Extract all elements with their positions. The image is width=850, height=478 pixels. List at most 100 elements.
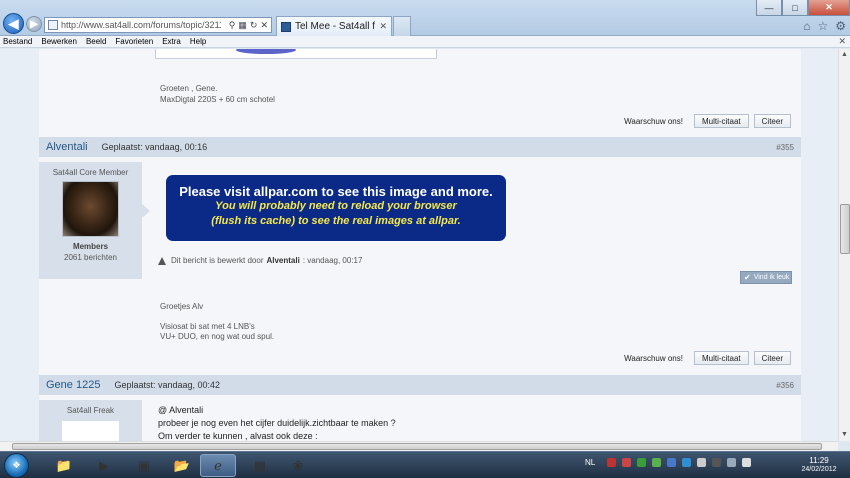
warning-icon bbox=[158, 256, 166, 265]
avatar[interactable] bbox=[62, 181, 119, 237]
favicon-icon bbox=[281, 21, 291, 32]
close-window-icon[interactable]: ✕ bbox=[808, 0, 850, 16]
forum-topic: Groeten , Gene. MaxDigtal 220S + 60 cm s… bbox=[39, 49, 801, 441]
post-number[interactable]: #356 bbox=[776, 381, 794, 390]
browser-tab[interactable]: Tel Mee - Sat4all forums - P... ✕ bbox=[276, 16, 392, 36]
tray-app-icon[interactable] bbox=[607, 458, 617, 467]
post-body-line: Om verder te kunnen , alvast ook deze : bbox=[158, 431, 318, 441]
prev-signature-line: MaxDigtal 220S + 60 cm schotel bbox=[160, 95, 275, 104]
image-notice-sub: You will probably need to reload your br… bbox=[215, 200, 457, 212]
windows-start-icon[interactable]: ❖ bbox=[4, 453, 29, 478]
network-app-icon[interactable]: ▩ bbox=[242, 454, 278, 477]
system-clock[interactable]: 11:29 24/02/2012 bbox=[794, 456, 844, 473]
menu-favorieten[interactable]: Favorieten bbox=[115, 37, 153, 46]
menu-bestand[interactable]: Bestand bbox=[3, 37, 32, 46]
menu-bar: Bestand Bewerken Beeld Favorieten Extra … bbox=[0, 36, 850, 48]
taskbar: ❖ 📁 ▶ ▣ 📂 ℯ ▩ ❀ NL 11:29 24/02/2012 bbox=[0, 451, 850, 478]
tab-title: Tel Mee - Sat4all forums - P... bbox=[295, 21, 376, 32]
signature-line: Groetjes Alv bbox=[160, 302, 204, 311]
stop-icon[interactable]: ✕ bbox=[260, 20, 268, 31]
horizontal-scrollbar[interactable] bbox=[0, 441, 838, 451]
tray-app-icon[interactable] bbox=[652, 458, 662, 467]
forward-arrow-icon[interactable]: ▶ bbox=[26, 16, 42, 32]
post-header: Alventali Geplaatst: vandaag, 00:16 #355 bbox=[39, 137, 801, 157]
user-info-panel: Sat4all Freak bbox=[39, 400, 142, 441]
edit-note-suffix: : vandaag, 00:17 bbox=[302, 256, 363, 265]
edit-note-user[interactable]: Alventali bbox=[266, 256, 299, 265]
avatar[interactable] bbox=[62, 421, 119, 441]
home-icon[interactable]: ⌂ bbox=[803, 19, 810, 33]
language-indicator[interactable]: NL bbox=[585, 458, 595, 467]
compat-icon[interactable]: ▦ bbox=[238, 20, 247, 31]
multiquote-button[interactable]: Multi-citaat bbox=[693, 351, 749, 365]
like-button[interactable]: ✔ Vind ik leuk bbox=[740, 271, 792, 284]
report-link[interactable]: Waarschuw ons! bbox=[624, 117, 683, 126]
tray-app-icon[interactable] bbox=[682, 458, 692, 467]
horizontal-scroll-thumb[interactable] bbox=[12, 443, 822, 450]
report-link[interactable]: Waarschuw ons! bbox=[624, 354, 683, 363]
prev-post-actions: Waarschuw ons! Multi-citaat Citeer bbox=[624, 114, 791, 128]
menu-beeld[interactable]: Beeld bbox=[86, 37, 106, 46]
quote-button[interactable]: Citeer bbox=[753, 351, 791, 365]
post-number[interactable]: #355 bbox=[776, 143, 794, 152]
clock-date: 24/02/2012 bbox=[801, 466, 837, 473]
tray-app-icon[interactable] bbox=[622, 458, 632, 467]
folder-icon[interactable]: 📁 bbox=[46, 454, 82, 477]
menu-extra[interactable]: Extra bbox=[162, 37, 181, 46]
volume-icon[interactable] bbox=[742, 458, 752, 467]
bubble-pointer bbox=[142, 204, 150, 218]
app-icon[interactable]: ▣ bbox=[126, 454, 162, 477]
window-controls: — □ ✕ bbox=[756, 0, 850, 16]
url-text[interactable]: http://www.sat4all.com/forums/topic/3211… bbox=[61, 20, 221, 30]
refresh-icon[interactable]: ↻ bbox=[250, 20, 258, 31]
system-tray: NL bbox=[585, 458, 752, 467]
explorer-icon[interactable]: 📂 bbox=[164, 454, 200, 477]
post-date: Geplaatst: vandaag, 00:42 bbox=[114, 380, 221, 390]
tray-app-icon[interactable] bbox=[667, 458, 677, 467]
new-tab-button[interactable] bbox=[393, 16, 411, 36]
multiquote-button[interactable]: Multi-citaat bbox=[693, 114, 749, 128]
tray-app-icon[interactable] bbox=[697, 458, 707, 467]
scroll-up-icon[interactable]: ▲ bbox=[839, 49, 850, 60]
browser-titlebar: ◀ ▶ http://www.sat4all.com/forums/topic/… bbox=[0, 0, 850, 36]
menubar-close-icon[interactable]: ✕ bbox=[838, 36, 846, 47]
scroll-down-icon[interactable]: ▼ bbox=[839, 429, 850, 440]
close-tab-icon[interactable]: ✕ bbox=[379, 21, 387, 32]
clock-time: 11:29 bbox=[809, 456, 829, 465]
post-username[interactable]: Gene 1225 bbox=[46, 379, 100, 391]
edit-note: Dit bericht is bewerkt door Alventali : … bbox=[158, 256, 362, 265]
post-username[interactable]: Alventali bbox=[46, 141, 88, 153]
quote-button[interactable]: Citeer bbox=[753, 114, 791, 128]
image-notice-main: Please visit allpar.com to see this imag… bbox=[179, 184, 493, 199]
minimize-icon[interactable]: — bbox=[756, 0, 782, 16]
edit-note-prefix: Dit bericht is bewerkt door bbox=[171, 256, 264, 265]
menu-bewerken[interactable]: Bewerken bbox=[41, 37, 77, 46]
vertical-scrollbar[interactable]: ▲ ▼ bbox=[838, 49, 850, 441]
internet-explorer-icon[interactable]: ℯ bbox=[200, 454, 236, 477]
user-post-count: 2061 berichten bbox=[64, 253, 117, 262]
back-arrow-icon[interactable]: ◀ bbox=[3, 13, 24, 34]
battery-icon[interactable] bbox=[712, 458, 722, 467]
tray-app-icon[interactable] bbox=[637, 458, 647, 467]
media-player-icon[interactable]: ▶ bbox=[86, 454, 122, 477]
maximize-icon[interactable]: □ bbox=[782, 0, 808, 16]
prev-signature-line: Groeten , Gene. bbox=[160, 84, 218, 93]
vertical-scroll-thumb[interactable] bbox=[840, 204, 850, 254]
previous-post-box bbox=[155, 49, 437, 59]
post-header: Gene 1225 Geplaatst: vandaag, 00:42 #356 bbox=[39, 375, 801, 395]
post-image-placeholder: Please visit allpar.com to see this imag… bbox=[166, 175, 506, 241]
search-icon[interactable]: ⚲ bbox=[229, 20, 236, 31]
signature-line: VU+ DUO, en nog wat oud spul. bbox=[160, 332, 275, 341]
signal-icon[interactable] bbox=[727, 458, 737, 467]
user-rank: Members bbox=[72, 242, 109, 251]
post-body-line: probeer je nog even het cijfer duidelijk… bbox=[158, 418, 396, 428]
page-viewport: Groeten , Gene. MaxDigtal 220S + 60 cm s… bbox=[0, 49, 838, 441]
address-bar[interactable]: http://www.sat4all.com/forums/topic/3211… bbox=[44, 17, 272, 33]
previous-post-graphic bbox=[236, 49, 296, 54]
star-icon[interactable]: ☆ bbox=[817, 19, 828, 33]
sunflower-icon[interactable]: ❀ bbox=[280, 454, 316, 477]
menu-help[interactable]: Help bbox=[190, 37, 206, 46]
gear-icon[interactable]: ⚙ bbox=[835, 19, 846, 33]
user-title: Sat4all Core Member bbox=[52, 168, 129, 177]
page-icon bbox=[48, 20, 58, 30]
